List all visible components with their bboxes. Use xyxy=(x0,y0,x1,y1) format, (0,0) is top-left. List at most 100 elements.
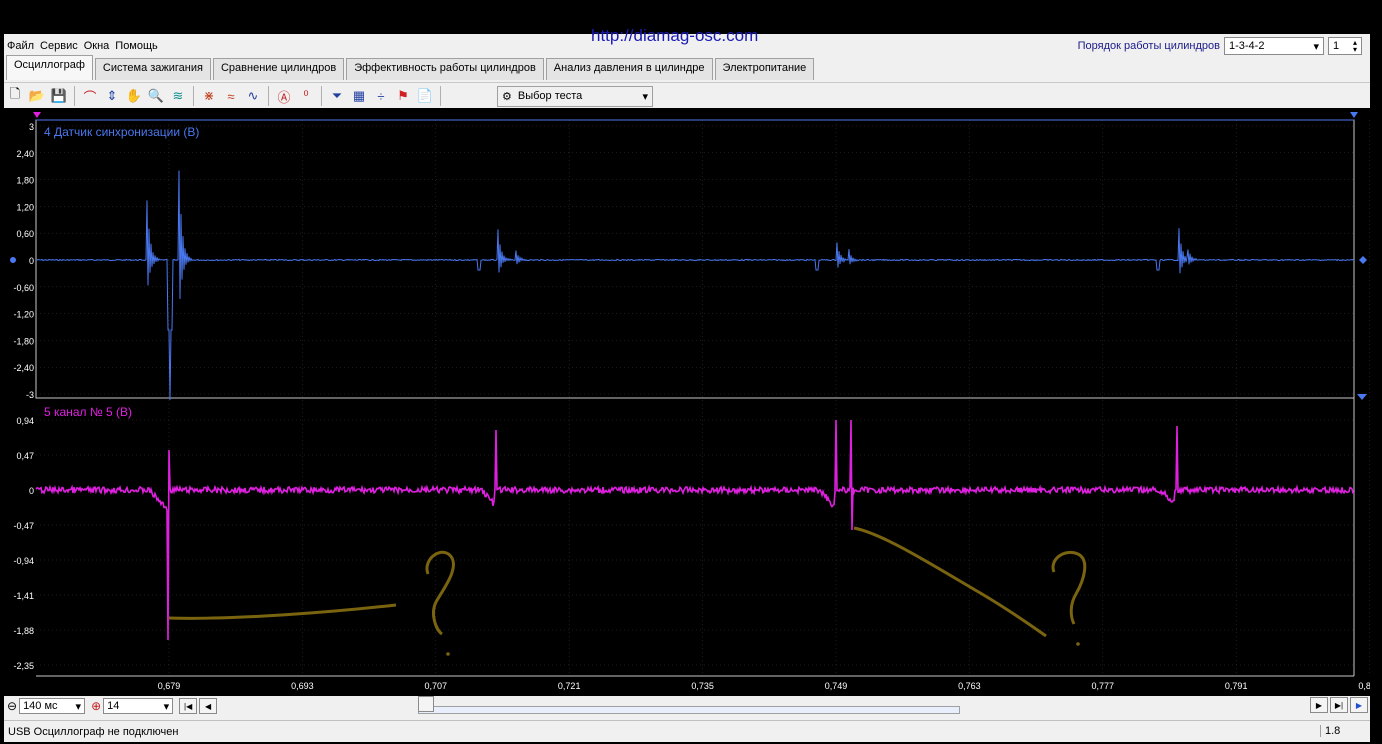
save-icon[interactable]: 💾 xyxy=(48,85,70,107)
channel2-tick-label: 0,47 xyxy=(16,451,34,461)
channel2-title: 5 канал № 5 (В) xyxy=(44,405,132,419)
x-tick-label: 0,805 xyxy=(1358,681,1370,691)
waveform-svg[interactable]: 3 2,40 1,80 1,20 0,60 0 -0,60 -1,20 -1,80 -2,40 -3… xyxy=(4,108,1381,696)
scroll-thumb[interactable] xyxy=(418,696,434,712)
cylinder-order-select[interactable]: 1-3-4-2 ▾ xyxy=(1224,37,1324,55)
zoom-out-icon[interactable]: ⊖ xyxy=(7,699,17,713)
toolbar-separator xyxy=(193,86,194,106)
chevron-down-icon: ▾ xyxy=(1313,40,1319,53)
chevron-down-icon: ▾ xyxy=(163,700,170,713)
menu-bar: Файл Сервис Окна Помощь xyxy=(4,38,161,56)
tab-oscilloscope[interactable]: Осциллограф xyxy=(6,55,93,80)
x-tick-label: 0,777 xyxy=(1092,681,1115,691)
cylinder-order-group: Порядок работы цилиндров 1-3-4-2 ▾ 1 ▴ ▾ xyxy=(1078,37,1362,55)
timebase-bar: ⊖ 140 мс ▾ ⊕ 14 ▾ |◀ ◀ ▶ ▶| ▶ xyxy=(4,696,1370,716)
channel2-tick-label: -1,41 xyxy=(13,591,34,601)
x-tick-label: 0,707 xyxy=(425,681,448,691)
zoom-value: 14 xyxy=(107,700,120,712)
channel1-tick-label: -1,20 xyxy=(13,310,34,320)
tab-ignition[interactable]: Система зажигания xyxy=(94,58,211,80)
zoom-icon[interactable]: 🔍 xyxy=(145,85,167,107)
cylinder-spin-value: 1 xyxy=(1333,40,1340,52)
open-folder-icon[interactable]: 📂 xyxy=(26,85,48,107)
site-url: http://diamag-osc.com xyxy=(591,26,759,45)
filter-icon[interactable]: ⏷ xyxy=(326,85,348,107)
channel1-tick-label: -2,40 xyxy=(13,363,34,373)
menu-file[interactable]: Файл xyxy=(4,38,37,56)
overlay-icon[interactable]: ⋇ xyxy=(198,85,220,107)
channel1-tick-label: 0 xyxy=(29,256,34,266)
chevron-down-icon: ▾ xyxy=(642,90,648,103)
channel1-tick-label: 2,40 xyxy=(16,149,34,159)
first-page-icon[interactable]: |◀ xyxy=(179,698,198,714)
menu-service[interactable]: Сервис xyxy=(37,38,81,56)
channel2-tick-label: -0,94 xyxy=(13,556,34,566)
channel1-tick-label: -0,60 xyxy=(13,283,34,293)
zoom-select[interactable]: 14 ▾ xyxy=(103,698,174,714)
notes-icon[interactable]: 📄 xyxy=(414,85,436,107)
x-tick-label: 0,679 xyxy=(158,681,181,691)
channel1-tick-label: -1,80 xyxy=(13,336,34,346)
table-icon[interactable]: ▦ xyxy=(348,85,370,107)
tab-power[interactable]: Электропитание xyxy=(714,58,815,80)
cylinder-spin[interactable]: 1 ▴ ▾ xyxy=(1328,37,1362,55)
channel1-tick-label: 1,20 xyxy=(16,202,34,212)
oscilloscope-plot[interactable]: 3 2,40 1,80 1,20 0,60 0 -0,60 -1,20 -1,80 -2,40 -3… xyxy=(4,108,1381,696)
cursor-icon[interactable]: ⌒ xyxy=(79,85,101,107)
settings-icon: ⚙ xyxy=(502,90,512,103)
toolbar: 🗋 📂 💾 ⌒ ⇕ ✋ 🔍 ≋ ⋇ ≈ ∿ Ⓐ ⁰ ⏷ ▦ ÷ ⚑ 📄 ⚙ Вы… xyxy=(4,82,1370,109)
x-tick-label: 0,693 xyxy=(291,681,314,691)
toolbar-separator xyxy=(268,86,269,106)
new-file-icon[interactable]: 🗋 xyxy=(4,85,26,107)
annotation-dot xyxy=(446,652,450,656)
timebase-value: 140 мс xyxy=(23,700,58,712)
wave-pattern-icon[interactable]: ∿ xyxy=(242,85,264,107)
tab-cylinder-efficiency[interactable]: Эффективность работы цилиндров xyxy=(346,58,544,80)
prev-page-icon[interactable]: ◀ xyxy=(199,698,218,714)
last-page-icon[interactable]: ▶| xyxy=(1330,697,1348,713)
channel2-tick-label: -1,88 xyxy=(13,626,34,636)
channel2-tick-label: -2,35 xyxy=(13,661,34,671)
channel2-tick-label: -0,47 xyxy=(13,521,34,531)
zoom-in-icon[interactable]: ⊕ xyxy=(91,699,101,713)
channel1-tick-label: -3 xyxy=(26,390,34,400)
channel2-tick-label: 0,94 xyxy=(16,416,34,426)
toolbar-separator xyxy=(321,86,322,106)
measure-icon[interactable]: ⇕ xyxy=(101,85,123,107)
test-selector[interactable]: ⚙ Выбор теста ▾ xyxy=(497,85,653,107)
channel2-tick-label: 0 xyxy=(29,486,34,496)
play-icon[interactable]: ▶ xyxy=(1350,697,1368,713)
cylinder-order-label: Порядок работы цилиндров xyxy=(1077,40,1220,52)
split-icon[interactable]: ÷ xyxy=(370,85,392,107)
tab-pressure-analysis[interactable]: Анализ давления в цилиндре xyxy=(545,58,713,80)
spin-arrows-icon: ▴ ▾ xyxy=(1352,38,1357,54)
status-text: USB Осциллограф не подключен xyxy=(8,726,179,738)
timebase-select[interactable]: 140 мс ▾ xyxy=(19,698,86,714)
waves-icon[interactable]: ≈ xyxy=(220,85,242,107)
x-tick-label: 0,749 xyxy=(825,681,848,691)
annotation-dot xyxy=(1076,642,1080,646)
menu-windows[interactable]: Окна xyxy=(81,38,113,56)
channel1-tick-label: 3 xyxy=(29,122,34,132)
hand-icon[interactable]: ✋ xyxy=(123,85,145,107)
x-tick-label: 0,735 xyxy=(691,681,714,691)
spectrum-icon[interactable]: ≋ xyxy=(167,85,189,107)
scroll-track[interactable] xyxy=(418,706,960,714)
auto-icon[interactable]: Ⓐ xyxy=(273,85,295,107)
status-bar: USB Осциллограф не подключен 1.8 xyxy=(4,720,1370,743)
toolbar-separator xyxy=(440,86,441,106)
app-window: Файл Сервис Окна Помощь Порядок работы ц… xyxy=(4,34,1381,743)
next-page-icon[interactable]: ▶ xyxy=(1310,697,1328,713)
menu-help[interactable]: Помощь xyxy=(112,38,161,56)
x-tick-label: 0,721 xyxy=(558,681,581,691)
zero-icon[interactable]: ⁰ xyxy=(295,85,317,107)
status-value: 1.8 xyxy=(1320,725,1340,737)
chevron-down-icon: ▾ xyxy=(75,700,82,713)
channel1-title: 4 Датчик синхронизации (В) xyxy=(44,125,199,139)
tab-cylinder-compare[interactable]: Сравнение цилиндров xyxy=(212,58,345,80)
plot-background xyxy=(4,108,1370,696)
channel1-offset-handle[interactable] xyxy=(10,257,16,263)
cylinder-order-value: 1-3-4-2 xyxy=(1229,40,1265,52)
flag-icon[interactable]: ⚑ xyxy=(392,85,414,107)
channel1-tick-label: 1,80 xyxy=(16,176,34,186)
